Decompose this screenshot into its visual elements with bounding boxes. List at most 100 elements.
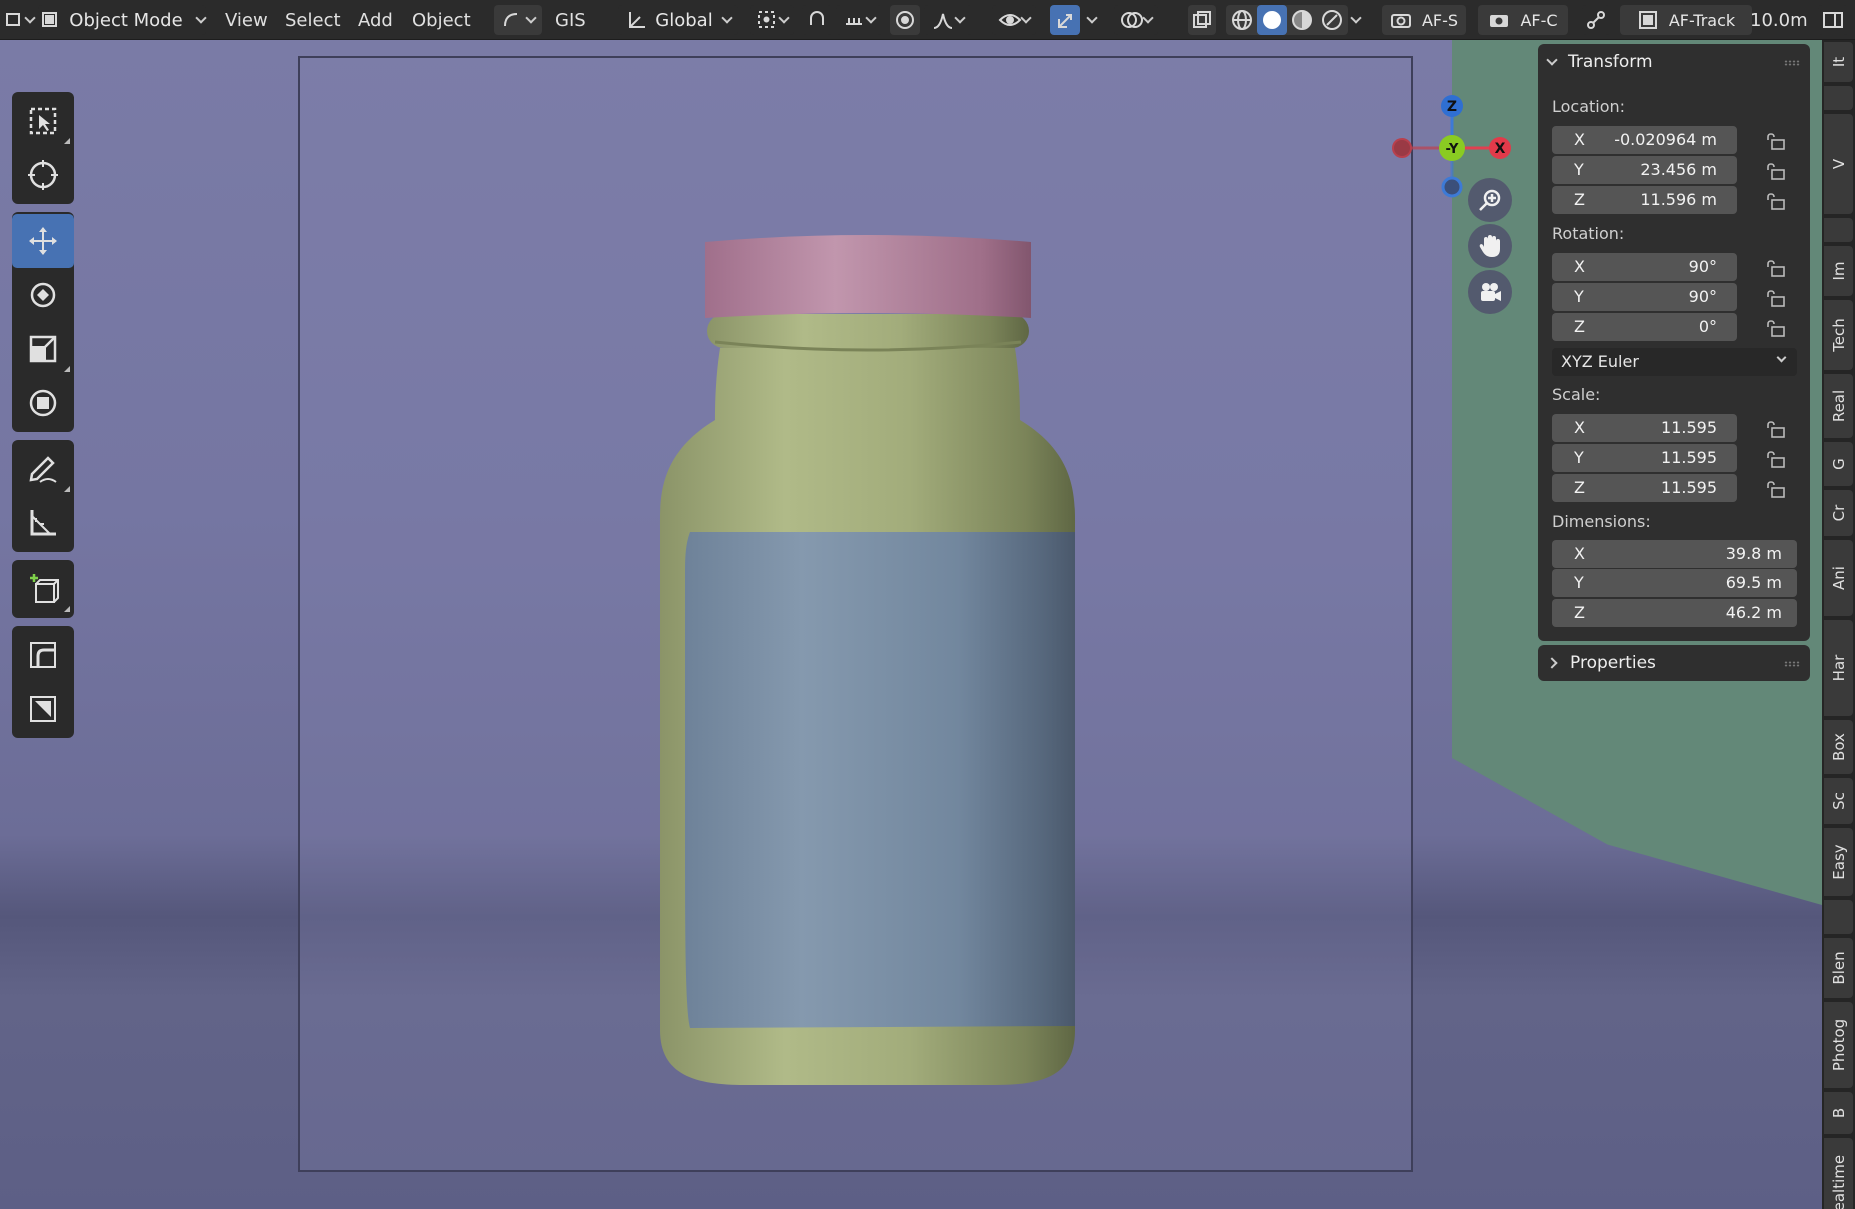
lock-icon[interactable] <box>1766 132 1786 150</box>
wireframe-shading-button[interactable] <box>1227 5 1257 35</box>
transform-orientation-select[interactable]: Global <box>618 5 738 35</box>
add-cube-icon <box>30 574 59 603</box>
sidebar-tab[interactable]: Sc <box>1824 778 1853 824</box>
sidebar-tab[interactable]: Har <box>1824 620 1853 716</box>
move-tool[interactable] <box>12 214 74 268</box>
lock-icon[interactable] <box>1766 259 1786 277</box>
annotate-tool[interactable] <box>12 442 74 496</box>
pivot-point-select[interactable] <box>750 5 794 35</box>
location-x-field[interactable]: X -0.020964 m <box>1552 126 1737 154</box>
lock-icon[interactable] <box>1766 289 1786 307</box>
menu-add[interactable]: Add <box>358 5 393 35</box>
sidebar-tab[interactable]: Im <box>1824 246 1853 296</box>
field-axis: Y <box>1574 573 1584 592</box>
scale-y-field[interactable]: Y 11.595 <box>1552 444 1737 472</box>
cursor-tool[interactable] <box>12 148 74 202</box>
orientation-label: Global <box>655 9 713 31</box>
sidebar-tab[interactable] <box>1824 900 1853 934</box>
toggle-sidebar-button[interactable] <box>1818 5 1848 35</box>
zoom-button[interactable] <box>1468 178 1512 222</box>
af-c-button[interactable]: AF-C <box>1478 5 1568 35</box>
lock-icon[interactable] <box>1766 319 1786 337</box>
gizmo-neg-x[interactable] <box>1392 138 1412 158</box>
sidebar-tab[interactable] <box>1824 86 1853 110</box>
scale-z-field[interactable]: Z 11.595 <box>1552 474 1737 502</box>
ruler-icon <box>30 510 56 536</box>
solid-icon <box>1263 11 1281 29</box>
sidebar-tab[interactable]: Photog <box>1824 1002 1853 1088</box>
bevel-tool[interactable] <box>12 628 74 682</box>
lock-icon[interactable] <box>1766 480 1786 498</box>
field-value: 11.596 m <box>1640 190 1717 209</box>
frame-tool[interactable] <box>12 682 74 736</box>
location-z-field[interactable]: Z 11.596 m <box>1552 186 1737 214</box>
select-box-tool[interactable] <box>12 94 74 148</box>
sidebar-tab[interactable]: Blen <box>1824 938 1853 998</box>
rotation-mode-select[interactable]: XYZ Euler <box>1552 348 1797 376</box>
rotation-z-field[interactable]: Z 0° <box>1552 313 1737 341</box>
rotation-y-field[interactable]: Y 90° <box>1552 283 1737 311</box>
sidebar-tab[interactable]: Easy <box>1824 828 1853 896</box>
falloff-select[interactable] <box>924 5 972 35</box>
scale-tool[interactable] <box>12 322 74 376</box>
gizmo-toggle[interactable] <box>1050 5 1080 35</box>
transform-tool[interactable] <box>12 376 74 430</box>
add-cube-tool[interactable] <box>12 562 74 616</box>
properties-panel[interactable]: Properties <box>1538 645 1810 681</box>
sidebar-tab[interactable]: V <box>1824 114 1853 214</box>
gizmo-dropdown[interactable] <box>1086 5 1098 35</box>
lock-icon[interactable] <box>1766 192 1786 210</box>
transform-panel-header[interactable]: Transform <box>1546 52 1653 72</box>
material-shading-button[interactable] <box>1287 5 1317 35</box>
menu-view[interactable]: View <box>225 5 268 35</box>
focus-distance: 10.0m <box>1750 9 1808 31</box>
grip-icon[interactable] <box>1784 661 1800 667</box>
sidebar-tab[interactable]: Real <box>1824 374 1853 438</box>
sidebar-tab[interactable]: B <box>1824 1092 1853 1134</box>
rotate-tool[interactable] <box>12 268 74 322</box>
overlays-toggle[interactable] <box>1114 5 1158 35</box>
sidebar-tab[interactable]: Ani <box>1824 540 1853 616</box>
sidebar-tab-label: Im <box>1829 261 1848 281</box>
rotation-x-field[interactable]: X 90° <box>1552 253 1737 281</box>
sidebar-tab[interactable]: It <box>1824 42 1853 82</box>
af-s-button[interactable]: AF-S <box>1382 5 1466 35</box>
snap-element-select[interactable] <box>836 5 882 35</box>
dimensions-y-field[interactable]: Y 69.5 m <box>1552 569 1797 597</box>
shading-dropdown[interactable] <box>1350 5 1362 35</box>
dimensions-z-field[interactable]: Z 46.2 m <box>1552 599 1797 627</box>
sidebar-tab[interactable] <box>1824 218 1853 242</box>
snap-target-button[interactable] <box>494 5 542 35</box>
pan-button[interactable] <box>1468 224 1512 268</box>
measure-tool[interactable] <box>12 496 74 550</box>
properties-panel-header[interactable]: Properties <box>1546 653 1656 673</box>
solid-shading-button[interactable] <box>1257 5 1287 35</box>
menu-object[interactable]: Object <box>412 5 471 35</box>
lock-icon[interactable] <box>1766 162 1786 180</box>
rendered-shading-button[interactable] <box>1317 5 1347 35</box>
snap-toggle[interactable] <box>802 5 832 35</box>
mode-select[interactable]: Object Mode <box>38 5 207 35</box>
sidebar-tab[interactable]: Box <box>1824 720 1853 774</box>
sidebar-tab[interactable]: Cr <box>1824 490 1853 536</box>
xray-toggle[interactable] <box>1188 5 1216 35</box>
grip-icon[interactable] <box>1784 60 1800 66</box>
bottle-object[interactable] <box>655 230 1095 1114</box>
visibility-select[interactable] <box>992 5 1036 35</box>
sidebar-tab[interactable]: G <box>1824 442 1853 486</box>
proportional-editing-toggle[interactable] <box>890 5 920 35</box>
scale-x-field[interactable]: X 11.595 <box>1552 414 1737 442</box>
gizmo-neg-z[interactable] <box>1441 176 1463 198</box>
af-track-button[interactable]: AF-Track <box>1620 5 1752 35</box>
editor-type-button[interactable] <box>4 5 36 35</box>
lock-icon[interactable] <box>1766 450 1786 468</box>
focus-picker-button[interactable] <box>1582 5 1610 35</box>
camera-view-button[interactable] <box>1468 270 1512 314</box>
menu-gis[interactable]: GIS <box>555 5 586 35</box>
menu-select[interactable]: Select <box>285 5 341 35</box>
sidebar-tab[interactable]: Realtime <box>1824 1138 1853 1209</box>
lock-icon[interactable] <box>1766 420 1786 438</box>
dimensions-x-field[interactable]: X 39.8 m <box>1552 540 1797 568</box>
location-y-field[interactable]: Y 23.456 m <box>1552 156 1737 184</box>
sidebar-tab[interactable]: Tech <box>1824 300 1853 370</box>
